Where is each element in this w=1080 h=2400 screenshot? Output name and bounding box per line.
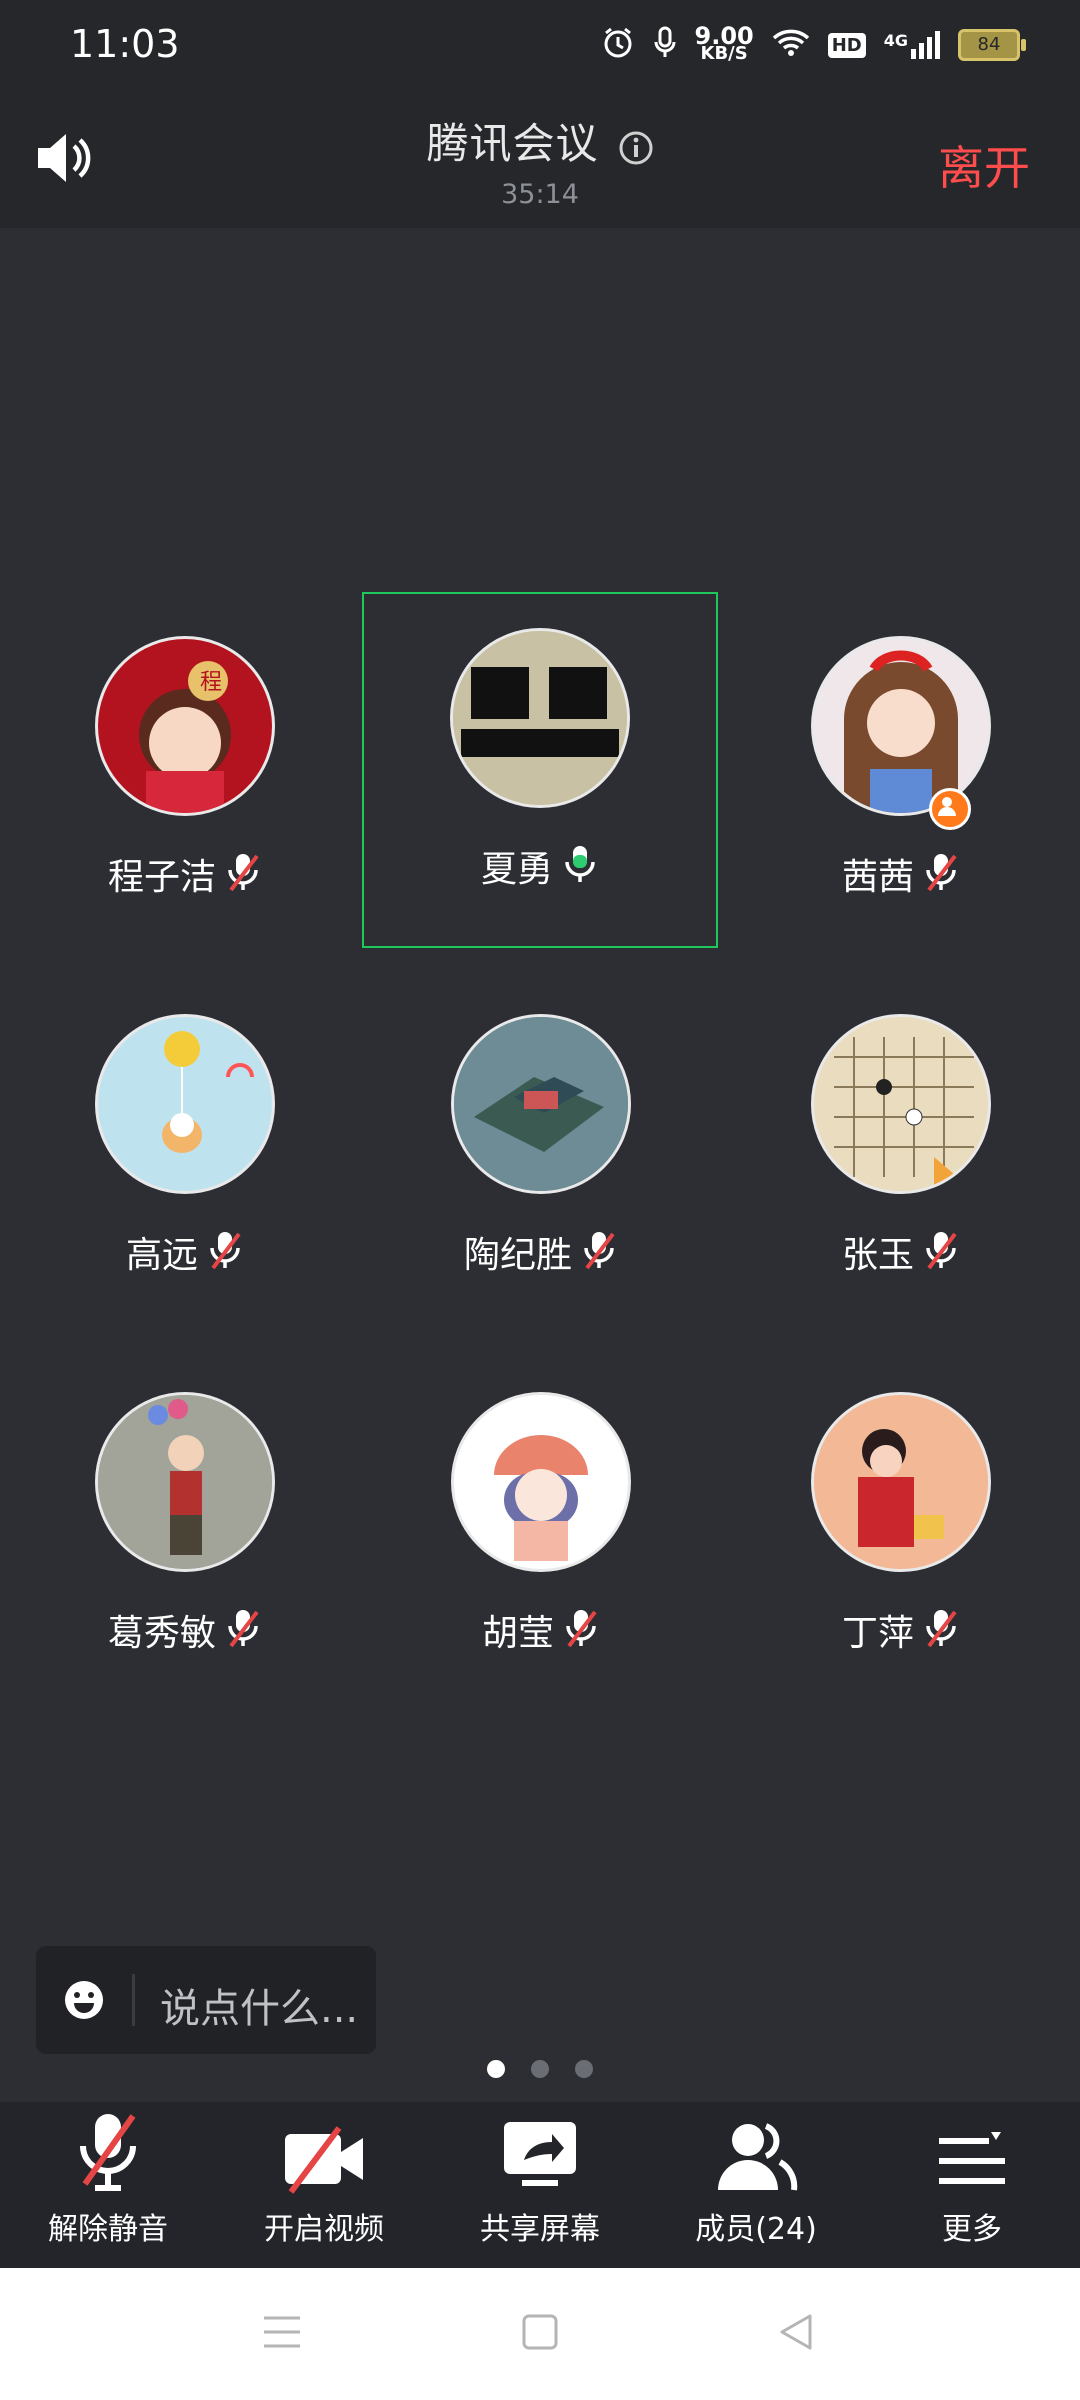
avatar bbox=[450, 628, 630, 808]
signal-icon: 4G bbox=[884, 31, 940, 59]
participant-tile[interactable]: 陶纪胜 bbox=[376, 978, 706, 1308]
more-menu-icon bbox=[935, 2124, 1009, 2198]
participant-name-row: 丁萍 bbox=[736, 1604, 1066, 1656]
mic-muted-icon bbox=[922, 851, 960, 897]
participant-tile[interactable]: 葛秀敏 bbox=[20, 1356, 350, 1686]
mic-muted-icon bbox=[73, 2108, 143, 2198]
avatar bbox=[95, 1392, 275, 1572]
info-icon[interactable] bbox=[618, 130, 654, 170]
participant-name: 陶纪胜 bbox=[463, 1235, 572, 1276]
participant-name-row: 茜茜 bbox=[736, 848, 1066, 900]
participant-name-row: 张玉 bbox=[736, 1226, 1066, 1278]
participant-name-row: 胡莹 bbox=[376, 1604, 706, 1656]
mic-muted-icon bbox=[580, 1229, 618, 1275]
members-button[interactable]: 成员(24) bbox=[648, 2102, 864, 2268]
chat-input[interactable]: 说点什么... bbox=[36, 1946, 376, 2054]
page-dot[interactable] bbox=[531, 2060, 549, 2078]
participant-name-row: 高远 bbox=[20, 1226, 350, 1278]
more-label: 更多 bbox=[942, 2212, 1002, 2247]
bottom-toolbar: 解除静音 开启视频 共享屏幕 成员(24) 更多 bbox=[0, 2102, 1080, 2268]
mic-muted-icon bbox=[224, 851, 262, 897]
avatar bbox=[451, 1392, 631, 1572]
mic-muted-icon bbox=[922, 1229, 960, 1275]
network-speed: 9.00 KB/S bbox=[695, 24, 754, 64]
participant-tile-speaking[interactable]: 夏勇 bbox=[362, 592, 718, 948]
avatar bbox=[811, 636, 991, 816]
participant-name: 葛秀敏 bbox=[107, 1613, 216, 1654]
microphone-status-icon bbox=[653, 26, 677, 64]
page-indicator bbox=[0, 2060, 1080, 2078]
participant-tile[interactable]: 胡莹 bbox=[376, 1356, 706, 1686]
status-icons: 9.00 KB/S HD 4G 84 bbox=[601, 20, 1026, 70]
net-speed-unit: KB/S bbox=[700, 43, 748, 64]
meeting-header: 腾讯会议 35:14 离开 bbox=[0, 90, 1080, 228]
battery-icon: 84 bbox=[958, 29, 1026, 61]
status-bar: 11:03 9.00 KB/S HD 4G 84 bbox=[0, 0, 1080, 90]
avatar bbox=[95, 1014, 275, 1194]
unmute-label: 解除静音 bbox=[48, 2212, 168, 2247]
participant-name-row: 陶纪胜 bbox=[376, 1226, 706, 1278]
participant-tile[interactable]: 丁萍 bbox=[736, 1356, 1066, 1686]
wifi-icon bbox=[772, 28, 810, 62]
mic-muted-icon bbox=[206, 1229, 244, 1275]
leave-button[interactable]: 离开 bbox=[938, 132, 1030, 198]
mic-muted-icon bbox=[922, 1607, 960, 1653]
title-area: 腾讯会议 35:14 bbox=[0, 110, 1080, 210]
mic-muted-icon bbox=[562, 1607, 600, 1653]
emoji-icon[interactable] bbox=[62, 1978, 106, 2026]
mic-muted-icon bbox=[224, 1607, 262, 1653]
meeting-title[interactable]: 腾讯会议 bbox=[426, 119, 598, 168]
meeting-timer: 35:14 bbox=[501, 179, 579, 210]
avatar bbox=[811, 1014, 991, 1194]
chat-placeholder: 说点什么... bbox=[160, 1986, 359, 2032]
participant-tile[interactable]: 茜茜 bbox=[736, 600, 1066, 930]
participant-name: 茜茜 bbox=[841, 857, 914, 898]
unmute-button[interactable]: 解除静音 bbox=[0, 2102, 216, 2268]
participant-tile[interactable]: 程 程子洁 bbox=[20, 600, 350, 930]
recents-menu-icon[interactable] bbox=[262, 2312, 302, 2356]
participant-name: 丁萍 bbox=[841, 1613, 914, 1654]
participant-name-row: 夏勇 bbox=[364, 840, 716, 892]
avatar bbox=[811, 1392, 991, 1572]
participant-name: 程子洁 bbox=[107, 857, 216, 898]
members-label: 成员(24) bbox=[695, 2212, 817, 2247]
chat-separator bbox=[132, 1974, 135, 2026]
page-dot-active[interactable] bbox=[487, 2060, 505, 2078]
members-icon bbox=[714, 2118, 798, 2198]
alarm-icon bbox=[601, 26, 635, 64]
svg-text:程: 程 bbox=[200, 670, 222, 695]
back-icon[interactable] bbox=[776, 2312, 816, 2356]
page-dot[interactable] bbox=[575, 2060, 593, 2078]
share-screen-button[interactable]: 共享屏幕 bbox=[432, 2102, 648, 2268]
network-type: 4G bbox=[883, 31, 908, 50]
host-badge-icon bbox=[929, 788, 971, 830]
mic-active-icon bbox=[561, 843, 599, 889]
share-label: 共享屏幕 bbox=[480, 2212, 600, 2247]
participant-name: 夏勇 bbox=[480, 849, 553, 890]
status-time: 11:03 bbox=[70, 22, 180, 66]
participant-name-row: 葛秀敏 bbox=[20, 1604, 350, 1656]
video-label: 开启视频 bbox=[264, 2212, 384, 2247]
start-video-button[interactable]: 开启视频 bbox=[216, 2102, 432, 2268]
participant-name: 张玉 bbox=[841, 1235, 914, 1276]
video-off-icon bbox=[281, 2124, 367, 2198]
home-icon[interactable] bbox=[520, 2312, 560, 2356]
avatar bbox=[451, 1014, 631, 1194]
participant-tile[interactable]: 高远 bbox=[20, 978, 350, 1308]
participant-tile[interactable]: 张玉 bbox=[736, 978, 1066, 1308]
avatar: 程 bbox=[95, 636, 275, 816]
participant-name-row: 程子洁 bbox=[20, 848, 350, 900]
participant-name: 高远 bbox=[125, 1235, 198, 1276]
participant-name: 胡莹 bbox=[481, 1613, 554, 1654]
share-screen-icon bbox=[500, 2118, 580, 2198]
hd-icon: HD bbox=[827, 32, 866, 58]
system-nav-bar bbox=[0, 2268, 1080, 2400]
more-button[interactable]: 更多 bbox=[864, 2102, 1080, 2268]
